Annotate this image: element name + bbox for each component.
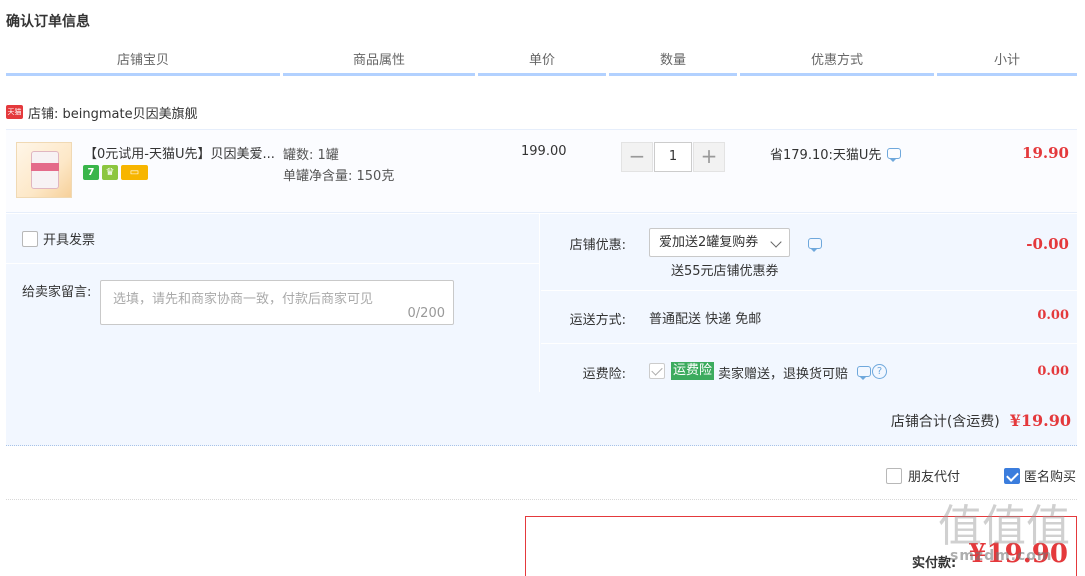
anonymous-purchase-label: 匿名购买 — [1024, 470, 1077, 485]
coupon-label: 店铺优惠: — [569, 238, 626, 253]
insurance-checkbox — [649, 363, 665, 379]
seller-message-input[interactable]: 选填，请先和商家协商一致，付款后商家可见 0/200 — [100, 280, 454, 325]
chat-icon[interactable] — [808, 238, 822, 252]
order-item-row: 【0元试用-天猫U先】贝因美爱... 7 ♛ ▭ 罐数: 1罐 单罐净含量: 1… — [6, 129, 1077, 213]
column-header-price: 单价 — [478, 50, 606, 76]
insurance-label: 运费险: — [582, 367, 626, 382]
column-header-item: 店铺宝贝 — [6, 50, 280, 76]
shop-row: 天猫 店铺: beingmate贝因美旗舰 — [6, 102, 198, 122]
pay-label: 实付款: — [912, 556, 957, 571]
page-title: 确认订单信息 — [6, 14, 90, 30]
invoice-checkbox[interactable] — [22, 230, 38, 247]
help-icon[interactable]: ? — [872, 364, 887, 379]
friend-pay-checkbox[interactable] — [886, 467, 902, 484]
message-char-count: 0/200 — [407, 306, 445, 321]
attribute-weight: 单罐净含量: 150克 — [283, 169, 395, 184]
discount-text: 省179.10:天猫U先 — [770, 148, 882, 163]
product-thumbnail[interactable] — [16, 142, 72, 198]
discount-info: 省179.10:天猫U先 — [770, 144, 902, 163]
shipping-value: 普通配送 快递 免邮 — [649, 312, 762, 327]
anonymous-purchase-checkbox[interactable] — [1004, 467, 1020, 484]
credit-card-icon[interactable]: ▭ — [121, 165, 148, 180]
column-header-quantity: 数量 — [609, 50, 737, 76]
shipping-label: 运送方式: — [569, 313, 626, 328]
shop-total-label: 店铺合计(含运费) — [890, 414, 1000, 430]
unit-price: 199.00 — [521, 144, 567, 159]
coupon-subtext: 送55元店铺优惠券 — [671, 264, 779, 279]
quantity-increase-button[interactable]: + — [693, 142, 725, 172]
guarantee-icon[interactable]: ♛ — [102, 165, 118, 180]
divider — [6, 499, 1077, 500]
order-options-panel: 开具发票 给卖家留言: 选填，请先和商家协商一致，付款后商家可见 0/200 店… — [6, 214, 1077, 446]
message-placeholder: 选填，请先和商家协商一致，付款后商家可见 — [113, 292, 374, 307]
quantity-input[interactable]: 1 — [654, 142, 692, 172]
shop-total-amount: ¥19.90 — [1009, 411, 1071, 430]
insurance-text: 卖家赠送，退换货可赔 — [718, 367, 849, 382]
payment-summary: 实付款: ¥19.90 — [525, 516, 1077, 576]
divider — [541, 290, 1077, 291]
insurance-amount: 0.00 — [1037, 364, 1069, 379]
buyer-options: 开具发票 给卖家留言: 选填，请先和商家协商一致，付款后商家可见 0/200 — [6, 214, 540, 392]
coupon-selected-value: 爱加送2罐复购券 — [659, 235, 759, 250]
shop-options: 店铺优惠: 爱加送2罐复购券 送55元店铺优惠券 -0.00 运送方式: 普通配… — [541, 214, 1077, 392]
column-header-discount: 优惠方式 — [740, 50, 934, 76]
attribute-count: 罐数: 1罐 — [283, 148, 339, 163]
coupon-amount: -0.00 — [1026, 235, 1069, 253]
quantity-stepper: − 1 + — [621, 142, 725, 172]
seven-day-return-icon[interactable]: 7 — [83, 165, 99, 180]
invoice-label: 开具发票 — [43, 233, 96, 248]
insurance-tag: 运费险 — [671, 362, 715, 380]
invoice-option[interactable]: 开具发票 — [22, 229, 95, 248]
pay-amount: ¥19.90 — [968, 539, 1068, 569]
friend-pay-option[interactable]: 朋友代付 — [886, 466, 960, 485]
shop-name[interactable]: 店铺: beingmate贝因美旗舰 — [28, 103, 198, 122]
friend-pay-label: 朋友代付 — [908, 470, 961, 485]
divider — [541, 343, 1077, 344]
order-table-header: 店铺宝贝 商品属性 单价 数量 优惠方式 小计 — [6, 50, 1077, 76]
quantity-decrease-button[interactable]: − — [621, 142, 653, 172]
item-subtotal: 19.90 — [1022, 144, 1069, 162]
column-header-attributes: 商品属性 — [283, 50, 475, 76]
column-header-subtotal: 小计 — [937, 50, 1077, 76]
divider — [6, 263, 540, 264]
shop-total: 店铺合计(含运费) ¥19.90 — [891, 411, 1071, 431]
product-can-band — [31, 163, 59, 171]
product-title[interactable]: 【0元试用-天猫U先】贝因美爱... — [84, 143, 276, 162]
anonymous-purchase-option[interactable]: 匿名购买 — [1004, 466, 1076, 485]
tmall-icon: 天猫 — [6, 105, 23, 119]
chat-icon[interactable] — [857, 366, 871, 380]
service-badges: 7 ♛ ▭ — [83, 165, 148, 180]
coupon-select[interactable]: 爱加送2罐复购券 — [649, 228, 790, 257]
message-label: 给卖家留言: — [22, 285, 92, 300]
chevron-down-icon — [770, 236, 782, 248]
shipping-amount: 0.00 — [1037, 308, 1069, 323]
chat-icon[interactable] — [887, 148, 902, 162]
